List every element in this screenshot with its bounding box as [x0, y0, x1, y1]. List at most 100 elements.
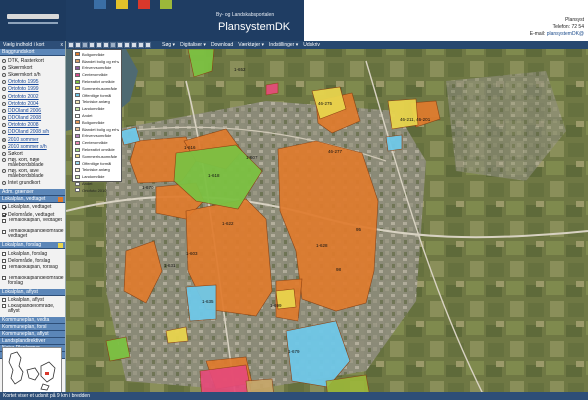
basemap-option[interactable]: 2010 sommer s/h [2, 143, 64, 150]
layer-checkbox[interactable] [2, 298, 6, 303]
plan-area-cyan[interactable] [385, 134, 403, 152]
menu-digitize[interactable]: Digitaliser ▾ [180, 42, 206, 48]
section-collapsed[interactable]: Kommuneplan, forsl [0, 323, 65, 331]
basemap-option[interactable]: Ortofoto 2002 [2, 93, 64, 100]
layer-option[interactable]: Temalokalplandelområde, vedtaget [2, 229, 64, 240]
layer-checkbox[interactable] [2, 212, 6, 217]
layer-checkbox[interactable] [2, 205, 6, 210]
basemap-option[interactable]: Ortofoto 1995 [2, 79, 64, 86]
layer-checkbox[interactable] [2, 276, 6, 281]
legend-item: Blandet bolig og erhverv [75, 126, 119, 133]
radio-button[interactable] [2, 116, 6, 121]
radio-button[interactable] [2, 137, 6, 142]
layer-option[interactable]: Delområde, forslag [2, 257, 64, 264]
section-collapsed[interactable]: Kommuneplan, aflyst [0, 330, 65, 338]
radio-button[interactable] [2, 181, 6, 186]
plan-area-pink[interactable] [265, 82, 279, 96]
contact-email-link[interactable]: plansystemDK@ [547, 31, 584, 37]
basemap-option[interactable]: Skærmkort s/h [2, 71, 64, 78]
vedtaget-options: Lokalplan, vedtaget Delområde, vedtaget Te… [0, 203, 65, 242]
layer-option[interactable]: Temalokalplan, forslag [2, 265, 64, 276]
measure-icon[interactable] [96, 42, 102, 48]
basemap-option[interactable]: Høj. kort, lave målebordsblade [2, 169, 64, 180]
search-icon[interactable] [138, 42, 144, 48]
layer-checkbox[interactable] [2, 218, 6, 223]
menu-settings[interactable]: Indstillinger ▾ [269, 42, 298, 48]
radio-button[interactable] [2, 72, 6, 77]
radio-button[interactable] [2, 123, 6, 128]
radio-button[interactable] [2, 101, 6, 106]
layer-checkbox[interactable] [2, 304, 6, 309]
layer-checkbox[interactable] [2, 265, 6, 270]
basemap-option[interactable]: Ortofoto 2004 [2, 100, 64, 107]
zoom-in-icon[interactable] [68, 42, 74, 48]
radio-button[interactable] [2, 80, 6, 85]
legend-item: Sommerhusområde [75, 85, 119, 92]
radio-button[interactable] [2, 152, 6, 157]
menu-print[interactable]: Udskriv [303, 42, 320, 48]
menu-search[interactable]: Søg ▾ [162, 42, 175, 48]
menu-download[interactable]: Download [211, 42, 233, 48]
layer-option[interactable]: Lokalplan, aflyst [2, 297, 64, 304]
pan-icon[interactable] [82, 42, 88, 48]
section-baggrundskort[interactable]: Baggrundskort [0, 49, 65, 56]
basemap-option[interactable]: DDOland 2006 [2, 107, 64, 114]
section-lokalplan-aflyst[interactable]: Lokalplan, aflyst [0, 288, 65, 296]
plan-area-green[interactable] [105, 336, 131, 362]
layer-checkbox[interactable] [2, 251, 6, 256]
logo-subline [8, 22, 58, 24]
overview-minimap[interactable] [2, 347, 62, 393]
basemap-option[interactable]: DTK, Rasterkort [2, 57, 64, 64]
basemap-option[interactable]: DDOland 2008 s/h [2, 129, 64, 136]
layer-option[interactable]: Delområde, vedtaget [2, 211, 64, 218]
layer-label: Temalokalplandelområde, vedtaget [8, 229, 64, 240]
info-icon[interactable] [89, 42, 95, 48]
layer-option[interactable]: Lokalplan, forslag [2, 250, 64, 257]
radio-button[interactable] [2, 158, 6, 163]
layer-option[interactable]: Temalokalplan, vedtaget [2, 218, 64, 229]
basemap-option[interactable]: Høj. kort, høje målebordsblade [2, 158, 64, 169]
previous-view-icon[interactable] [110, 42, 116, 48]
layer-option[interactable]: Temalokalplandelområde, forslag [2, 276, 64, 287]
basemap-option[interactable]: Søkort [2, 150, 64, 157]
ministry-logo[interactable] [0, 0, 66, 41]
basemap-option[interactable]: Intet grundkort [2, 180, 64, 187]
basemap-option[interactable]: 2010 sommer [2, 136, 64, 143]
radio-button[interactable] [2, 87, 6, 92]
basemap-option[interactable]: Skærmkort [2, 64, 64, 71]
radio-button[interactable] [2, 144, 6, 149]
basemap-option[interactable]: DDOland 2008 [2, 115, 64, 122]
legend-swatch [75, 188, 80, 193]
area-icon[interactable] [103, 42, 109, 48]
menu-tools[interactable]: Værktøjer ▾ [238, 42, 264, 48]
basemap-option[interactable]: Ortofoto 2008 [2, 122, 64, 129]
radio-button[interactable] [2, 108, 6, 113]
radio-button[interactable] [2, 94, 6, 99]
section-admin[interactable]: Adm. grænser [0, 188, 65, 196]
legend-label: Ortofoto 2010 [82, 187, 107, 193]
section-color-marker [58, 243, 63, 249]
map-area[interactable]: 1-652 46-275 46-211, 46-201 1-616 1-618 46-27… [66, 41, 588, 400]
print-icon[interactable] [131, 42, 137, 48]
layer-option[interactable]: Lokalplan, vedtaget [2, 204, 64, 211]
map-canvas[interactable]: 1-652 46-275 46-211, 46-201 1-616 1-618 46-27… [66, 41, 588, 400]
radio-button[interactable] [2, 130, 6, 135]
section-lokalplan-forslag[interactable]: Lokalplan, forslag [0, 242, 65, 250]
next-view-icon[interactable] [117, 42, 123, 48]
basemap-label: 2010 sommer s/h [8, 143, 47, 150]
radio-button[interactable] [2, 58, 6, 63]
section-collapsed[interactable]: Landsplandirektiver [0, 337, 65, 345]
layer-checkbox[interactable] [2, 229, 6, 234]
close-icon[interactable]: x [61, 41, 64, 49]
layer-checkbox[interactable] [2, 258, 6, 263]
section-lokalplan-vedtaget[interactable]: Lokalplan, vedtaget [0, 195, 65, 203]
section-collapsed[interactable]: Kommuneplan, vedta [0, 316, 65, 324]
zoom-out-icon[interactable] [75, 42, 81, 48]
basemap-option[interactable]: Ortofoto 1999 [2, 86, 64, 93]
radio-button[interactable] [2, 169, 6, 174]
plan-area-yellow[interactable] [387, 98, 419, 130]
layer-option[interactable]: Lokalplandelområde, aflyst [2, 304, 64, 315]
full-extent-icon[interactable] [124, 42, 130, 48]
radio-button[interactable] [2, 65, 6, 70]
help-icon[interactable] [145, 42, 151, 48]
